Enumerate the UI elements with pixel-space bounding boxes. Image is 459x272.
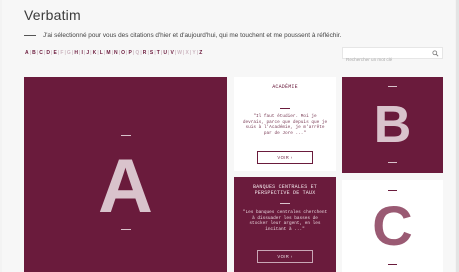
subtitle-text: J'ai sélectionné pour vous des citations… <box>43 31 342 39</box>
letter-separator: | <box>79 50 81 56</box>
letter-a: A <box>98 144 153 229</box>
letter-link-s[interactable]: S <box>150 50 153 56</box>
card-title-line: PERSPECTIVE DE TAUX <box>254 190 316 197</box>
letter-separator: | <box>36 50 39 56</box>
letter-separator: | <box>196 50 199 56</box>
letter-link-r[interactable]: R <box>143 50 147 56</box>
letter-link-y: Y <box>192 50 196 56</box>
letter-separator: | <box>183 50 185 56</box>
letter-separator: | <box>147 50 149 56</box>
card-academie[interactable]: ACADÉMIE "Il faut étudier. Moi je devrai… <box>234 77 336 171</box>
letter-separator: | <box>103 50 106 56</box>
tile-divider-bottom <box>388 264 397 265</box>
card-title: BANQUES CENTRALES ET PERSPECTIVE DE TAUX <box>234 184 336 197</box>
card-divider <box>280 203 290 204</box>
letter-separator: | <box>97 50 99 56</box>
letter-link-x: X <box>185 50 189 56</box>
subtitle-dash <box>24 34 36 36</box>
letter-separator: | <box>174 50 177 56</box>
voir-button[interactable]: VOIR › <box>257 151 313 164</box>
tile-divider-bottom <box>388 162 397 163</box>
letter-link-n[interactable]: N <box>114 50 118 56</box>
letter-separator: | <box>111 50 113 56</box>
letter-link-t[interactable]: T <box>157 50 160 56</box>
letter-separator: | <box>118 50 121 56</box>
card-divider <box>280 108 290 109</box>
page-title: Verbatim <box>24 7 81 23</box>
letter-link-d[interactable]: D <box>46 50 50 56</box>
letter-separator: | <box>64 50 66 56</box>
letter-link-k[interactable]: K <box>93 50 97 56</box>
letter-separator: | <box>57 50 60 56</box>
tile-divider-top <box>121 135 131 136</box>
letter-link-h[interactable]: H <box>74 50 78 56</box>
card-banques-centrales[interactable]: BANQUES CENTRALES ET PERSPECTIVE DE TAUX… <box>234 177 336 272</box>
letter-link-l[interactable]: L <box>100 50 103 56</box>
letter-link-f: F <box>60 50 64 56</box>
letter-link-c[interactable]: C <box>39 50 43 56</box>
page-subtitle: J'ai sélectionné pour vous des citations… <box>24 30 341 40</box>
search-box[interactable] <box>342 47 443 65</box>
voir-button[interactable]: VOIR › <box>257 250 313 263</box>
letter-link-v[interactable]: V <box>170 50 173 56</box>
letter-separator: | <box>126 50 128 56</box>
alphabet-nav: A | B | C | D | E | F | G | H | I | J | K | L | M | N | O | P | Q | R | S | T |… <box>25 50 202 56</box>
card-quote: "Les banques centrales cherchent à dissu… <box>242 210 328 232</box>
letter-separator: | <box>90 50 92 56</box>
search-icon[interactable] <box>432 50 439 57</box>
page: Verbatim J'ai sélectionné pour vous des … <box>2 0 455 272</box>
letter-link-a[interactable]: A <box>25 50 29 56</box>
card-title: ACADÉMIE <box>272 84 298 90</box>
letter-separator: | <box>168 50 170 56</box>
letter-link-u[interactable]: U <box>163 50 167 56</box>
letter-link-i[interactable]: I <box>81 50 83 56</box>
letter-link-w: W <box>177 50 183 56</box>
letter-separator: | <box>51 50 53 56</box>
letter-link-m[interactable]: M <box>106 50 110 56</box>
letter-link-g: G <box>66 50 71 56</box>
letter-separator: | <box>43 50 46 56</box>
letter-b: B <box>373 96 412 154</box>
letter-link-b[interactable]: B <box>32 50 36 56</box>
tile-divider-top <box>388 86 397 87</box>
letter-separator: | <box>132 50 135 56</box>
card-quote: "Il faut étudier. Moi je devrais, parce … <box>242 114 328 136</box>
letter-link-j[interactable]: J <box>86 50 89 56</box>
letter-separator: | <box>83 50 86 56</box>
letter-separator: | <box>154 50 156 56</box>
tile-divider-top <box>388 190 397 191</box>
letter-link-e[interactable]: E <box>54 50 57 56</box>
letter-c: C <box>372 194 413 257</box>
letter-link-o[interactable]: O <box>121 50 125 56</box>
letter-separator: | <box>140 50 142 56</box>
search-input[interactable] <box>343 54 432 65</box>
letter-separator: | <box>71 50 74 56</box>
letter-link-q: Q <box>135 50 140 56</box>
letter-link-z[interactable]: Z <box>199 50 202 56</box>
tile-divider-bottom <box>121 229 131 230</box>
letter-link-p[interactable]: P <box>129 50 132 56</box>
tile-letter-a[interactable]: A <box>24 77 227 272</box>
letter-separator: | <box>29 50 32 56</box>
tile-letter-c[interactable]: C <box>342 180 443 272</box>
letter-separator: | <box>189 50 192 56</box>
letter-separator: | <box>160 50 163 56</box>
tile-letter-b[interactable]: B <box>342 77 443 173</box>
